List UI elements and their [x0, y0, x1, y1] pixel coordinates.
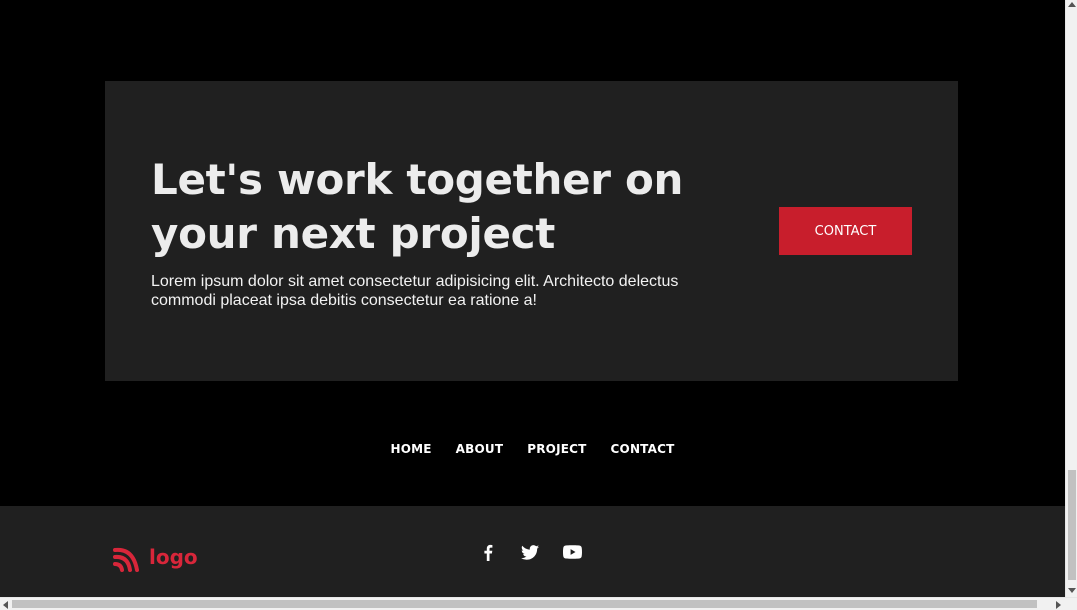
footer-nav-about[interactable]: ABOUT — [456, 442, 504, 456]
horizontal-scrollbar[interactable] — [0, 597, 1077, 610]
social-links — [478, 542, 582, 562]
scroll-up-arrow-icon[interactable] — [1068, 2, 1076, 7]
cta-description: Lorem ipsum dolor sit amet consectetur a… — [151, 273, 679, 309]
vertical-scrollbar[interactable] — [1065, 0, 1077, 597]
page-viewport: Let's work together on your next project… — [0, 0, 1065, 597]
footer-nav-home[interactable]: HOME — [390, 442, 431, 456]
logo[interactable]: logo — [113, 542, 198, 572]
scroll-down-arrow-icon[interactable] — [1068, 588, 1076, 593]
facebook-icon[interactable] — [478, 542, 498, 562]
vertical-scrollbar-thumb[interactable] — [1068, 470, 1076, 580]
twitter-icon[interactable] — [520, 542, 540, 562]
horizontal-scrollbar-thumb[interactable] — [12, 600, 1037, 608]
footer-nav-contact[interactable]: CONTACT — [611, 442, 675, 456]
contact-button[interactable]: CONTACT — [779, 207, 912, 255]
logo-icon — [113, 547, 139, 572]
footer-nav-project[interactable]: PROJECT — [527, 442, 586, 456]
scroll-right-arrow-icon[interactable] — [1056, 601, 1061, 609]
logo-text: logo — [149, 545, 198, 569]
cta-section: Let's work together on your next project… — [105, 81, 958, 381]
footer-bottom-bar: logo — [0, 506, 1065, 597]
scroll-left-arrow-icon[interactable] — [3, 601, 8, 609]
footer-nav: HOME ABOUT PROJECT CONTACT — [0, 437, 1065, 461]
cta-heading: Let's work together on your next project — [151, 155, 684, 258]
youtube-icon[interactable] — [562, 542, 582, 562]
